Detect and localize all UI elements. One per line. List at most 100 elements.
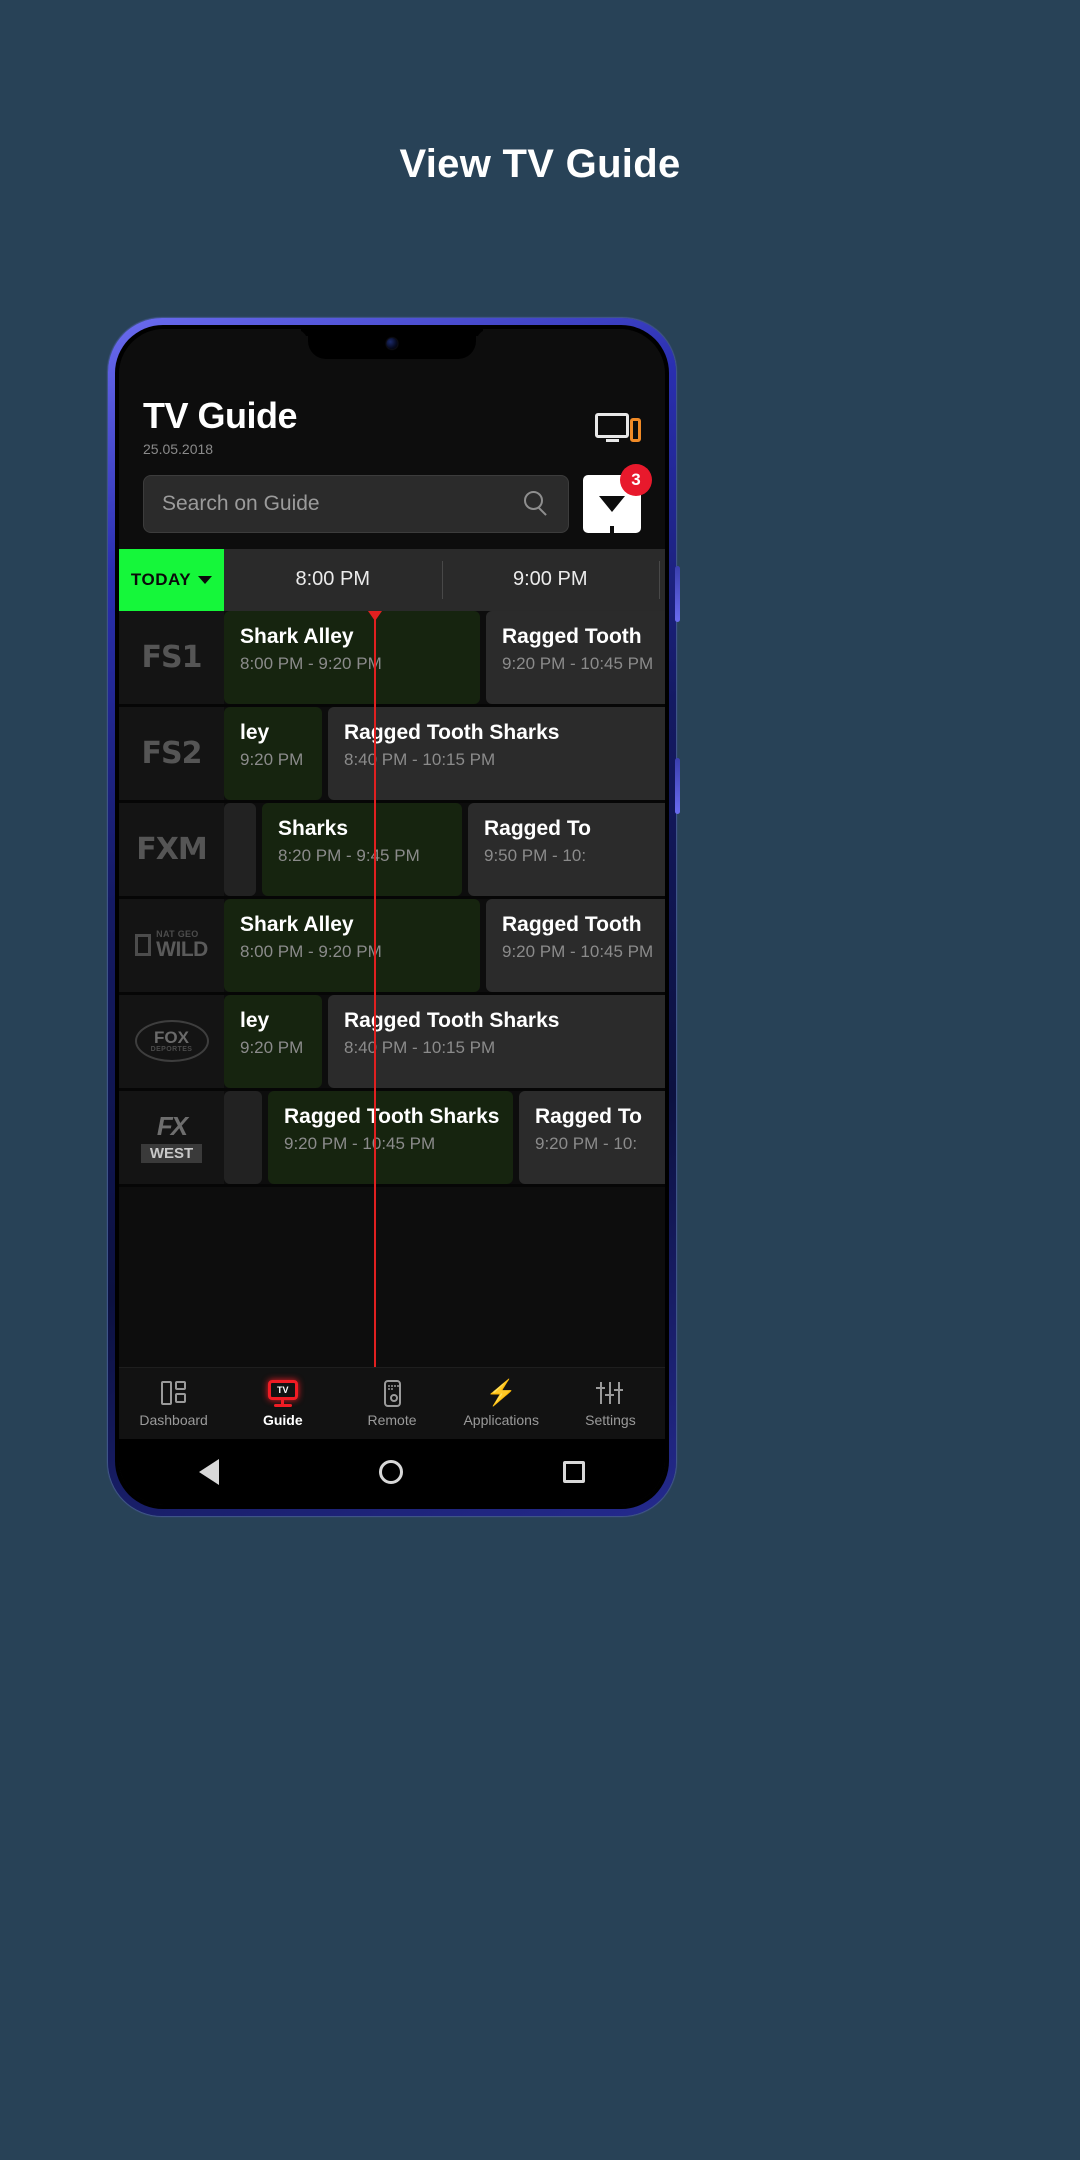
program-time: 8:00 PM - 9:20 PM bbox=[240, 941, 382, 961]
program-title: Ragged To bbox=[535, 1104, 642, 1128]
natgeo-wild-logo: NAT GEO WILD bbox=[135, 930, 208, 960]
program-time: 9:50 PM - 10: bbox=[484, 845, 587, 865]
row-programs: Shark Alley 8:00 PM - 9:20 PM Ragged Too… bbox=[224, 898, 665, 992]
channel-logo-natgeowild[interactable]: NAT GEO WILD bbox=[119, 898, 224, 992]
remote-icon bbox=[383, 1379, 401, 1407]
program-cell[interactable]: Sharks 8:20 PM - 9:45 PM bbox=[262, 802, 462, 896]
nav-item-dashboard[interactable]: Dashboard bbox=[119, 1379, 228, 1428]
natgeo-text: NAT GEO WILD bbox=[156, 930, 208, 962]
natgeo-bottom-label: WILD bbox=[156, 938, 208, 962]
program-title: Ragged To bbox=[484, 816, 591, 840]
program-cell[interactable]: Ragged To 9:50 PM - 10: bbox=[468, 802, 665, 896]
filter-button[interactable]: 3 bbox=[583, 463, 652, 535]
timeline-header: TODAY 8:00 PM 9:00 PM bbox=[119, 548, 665, 611]
program-time: 8:00 PM - 9:20 PM bbox=[240, 653, 382, 673]
deportes-label: DEPORTES bbox=[150, 1046, 193, 1054]
table-row: FOX DEPORTES ley 9:20 PM Ragged Tooth Sh… bbox=[119, 994, 665, 1091]
program-time: 8:20 PM - 9:45 PM bbox=[278, 845, 420, 865]
sliders-icon bbox=[596, 1379, 624, 1407]
row-programs: Ragged Tooth Sharks 9:20 PM - 10:45 PM R… bbox=[224, 1090, 665, 1184]
program-cell[interactable]: Shark Alley 8:00 PM - 9:20 PM bbox=[224, 898, 480, 992]
android-system-nav bbox=[119, 1439, 665, 1505]
program-title: ley bbox=[240, 720, 270, 744]
cast-monitor-stand bbox=[606, 439, 619, 442]
cast-phone-shape bbox=[630, 418, 641, 442]
row-programs: ley 9:20 PM Ragged Tooth Sharks 8:40 PM … bbox=[224, 994, 665, 1088]
promo-headline: View TV Guide bbox=[399, 142, 681, 186]
program-cell[interactable]: Shark Alley 8:00 PM - 9:20 PM bbox=[224, 610, 480, 704]
program-title: Ragged Tooth Sharks bbox=[344, 720, 560, 744]
nav-item-applications[interactable]: ⚡ Applications bbox=[447, 1379, 556, 1428]
program-cell[interactable]: Ragged Tooth 9:20 PM - 10:45 PM bbox=[486, 898, 665, 992]
program-time: 9:20 PM - 10:45 PM bbox=[502, 941, 654, 961]
fx-label: FX bbox=[156, 1111, 188, 1142]
program-title: Ragged Tooth Sharks bbox=[284, 1104, 500, 1128]
tv-icon: TV bbox=[267, 1379, 298, 1407]
search-input[interactable]: Search on Guide bbox=[143, 474, 569, 533]
program-title: Ragged Tooth bbox=[502, 624, 642, 648]
phone-bezel: TV Guide 25.05.2018 Search on Guide 3 TO… bbox=[115, 325, 669, 1509]
program-cell[interactable]: Ragged Tooth Sharks 9:20 PM - 10:45 PM bbox=[268, 1090, 513, 1184]
nav-label: Guide bbox=[262, 1412, 303, 1428]
program-grid[interactable]: FS1 Shark Alley 8:00 PM - 9:20 PM Ragged… bbox=[119, 610, 665, 1367]
front-camera-icon bbox=[386, 338, 398, 349]
time-slot[interactable]: 8:00 PM bbox=[224, 549, 442, 611]
program-cell[interactable] bbox=[224, 802, 256, 896]
fox-deportes-logo: FOX DEPORTES bbox=[134, 1020, 209, 1063]
today-label: TODAY bbox=[130, 569, 192, 589]
channel-label: FS2 bbox=[141, 735, 203, 771]
channel-logo-fxm[interactable]: FXM bbox=[119, 802, 224, 896]
program-cell[interactable]: Ragged Tooth Sharks 8:40 PM - 10:15 PM bbox=[328, 994, 665, 1088]
nav-item-guide[interactable]: TV Guide bbox=[228, 1379, 337, 1428]
nav-label: Remote bbox=[367, 1412, 417, 1428]
program-time: 8:40 PM - 10:15 PM bbox=[344, 1037, 496, 1057]
channel-logo-foxdeportes[interactable]: FOX DEPORTES bbox=[119, 994, 224, 1088]
title-block: TV Guide 25.05.2018 bbox=[143, 397, 298, 457]
table-row: FS2 ley 9:20 PM Ragged Tooth Sharks 8:40… bbox=[119, 706, 665, 803]
nav-label: Dashboard bbox=[139, 1412, 208, 1428]
search-row: Search on Guide 3 bbox=[119, 457, 665, 549]
channel-label: FS1 bbox=[141, 639, 203, 675]
phone-device-frame: TV Guide 25.05.2018 Search on Guide 3 TO… bbox=[108, 318, 680, 1516]
program-cell[interactable]: ley 9:20 PM bbox=[224, 706, 322, 800]
phone-notch bbox=[308, 329, 476, 359]
program-time: 8:40 PM - 10:15 PM bbox=[344, 749, 496, 769]
nav-item-settings[interactable]: Settings bbox=[556, 1379, 665, 1428]
row-programs: Shark Alley 8:00 PM - 9:20 PM Ragged Too… bbox=[224, 610, 665, 704]
today-dropdown[interactable]: TODAY bbox=[119, 548, 224, 611]
time-slot[interactable]: 9:00 PM bbox=[441, 549, 660, 611]
channel-label: FXM bbox=[136, 831, 207, 867]
natgeo-rectangle-icon bbox=[135, 934, 152, 957]
program-cell[interactable]: ley 9:20 PM bbox=[224, 994, 322, 1088]
recents-square-icon[interactable] bbox=[563, 1461, 585, 1483]
table-row: FXM Sharks 8:20 PM - 9:45 PM Ragged To 9… bbox=[119, 802, 665, 899]
program-cell[interactable]: Ragged Tooth 9:20 PM - 10:45 PM bbox=[486, 610, 665, 704]
bottom-navigation: Dashboard TV Guide Remote ⚡ Applications… bbox=[119, 1367, 665, 1439]
channel-logo-fs2[interactable]: FS2 bbox=[119, 706, 224, 800]
back-triangle-icon[interactable] bbox=[199, 1459, 219, 1485]
cast-screen-icon[interactable] bbox=[595, 411, 641, 445]
phone-screen: TV Guide 25.05.2018 Search on Guide 3 TO… bbox=[119, 329, 665, 1505]
program-cell[interactable] bbox=[224, 1090, 262, 1184]
table-row: FS1 Shark Alley 8:00 PM - 9:20 PM Ragged… bbox=[119, 610, 665, 707]
cast-monitor-shape bbox=[595, 413, 629, 438]
channel-logo-fs1[interactable]: FS1 bbox=[119, 610, 224, 704]
program-title: ley bbox=[240, 1008, 270, 1032]
nav-item-remote[interactable]: Remote bbox=[337, 1379, 446, 1428]
fx-west-logo: FX WEST bbox=[140, 1111, 203, 1164]
app-header: TV Guide 25.05.2018 bbox=[119, 359, 665, 457]
channel-logo-fxwest[interactable]: FX WEST bbox=[119, 1090, 224, 1184]
home-circle-icon[interactable] bbox=[379, 1460, 403, 1484]
phone-side-button-2[interactable] bbox=[675, 758, 680, 814]
program-time: 9:20 PM - 10:45 PM bbox=[502, 653, 654, 673]
west-label: WEST bbox=[140, 1144, 203, 1164]
time-slot-edge bbox=[659, 549, 665, 611]
chevron-down-icon bbox=[198, 575, 213, 584]
search-icon[interactable] bbox=[524, 490, 550, 517]
fox-label: FOX bbox=[154, 1028, 189, 1048]
program-cell[interactable]: Ragged Tooth Sharks 8:40 PM - 10:15 PM bbox=[328, 706, 665, 800]
guide-date: 25.05.2018 bbox=[143, 440, 214, 457]
program-cell[interactable]: Ragged To 9:20 PM - 10: bbox=[519, 1090, 665, 1184]
row-programs: Sharks 8:20 PM - 9:45 PM Ragged To 9:50 … bbox=[224, 802, 665, 896]
phone-side-button-1[interactable] bbox=[675, 566, 680, 622]
